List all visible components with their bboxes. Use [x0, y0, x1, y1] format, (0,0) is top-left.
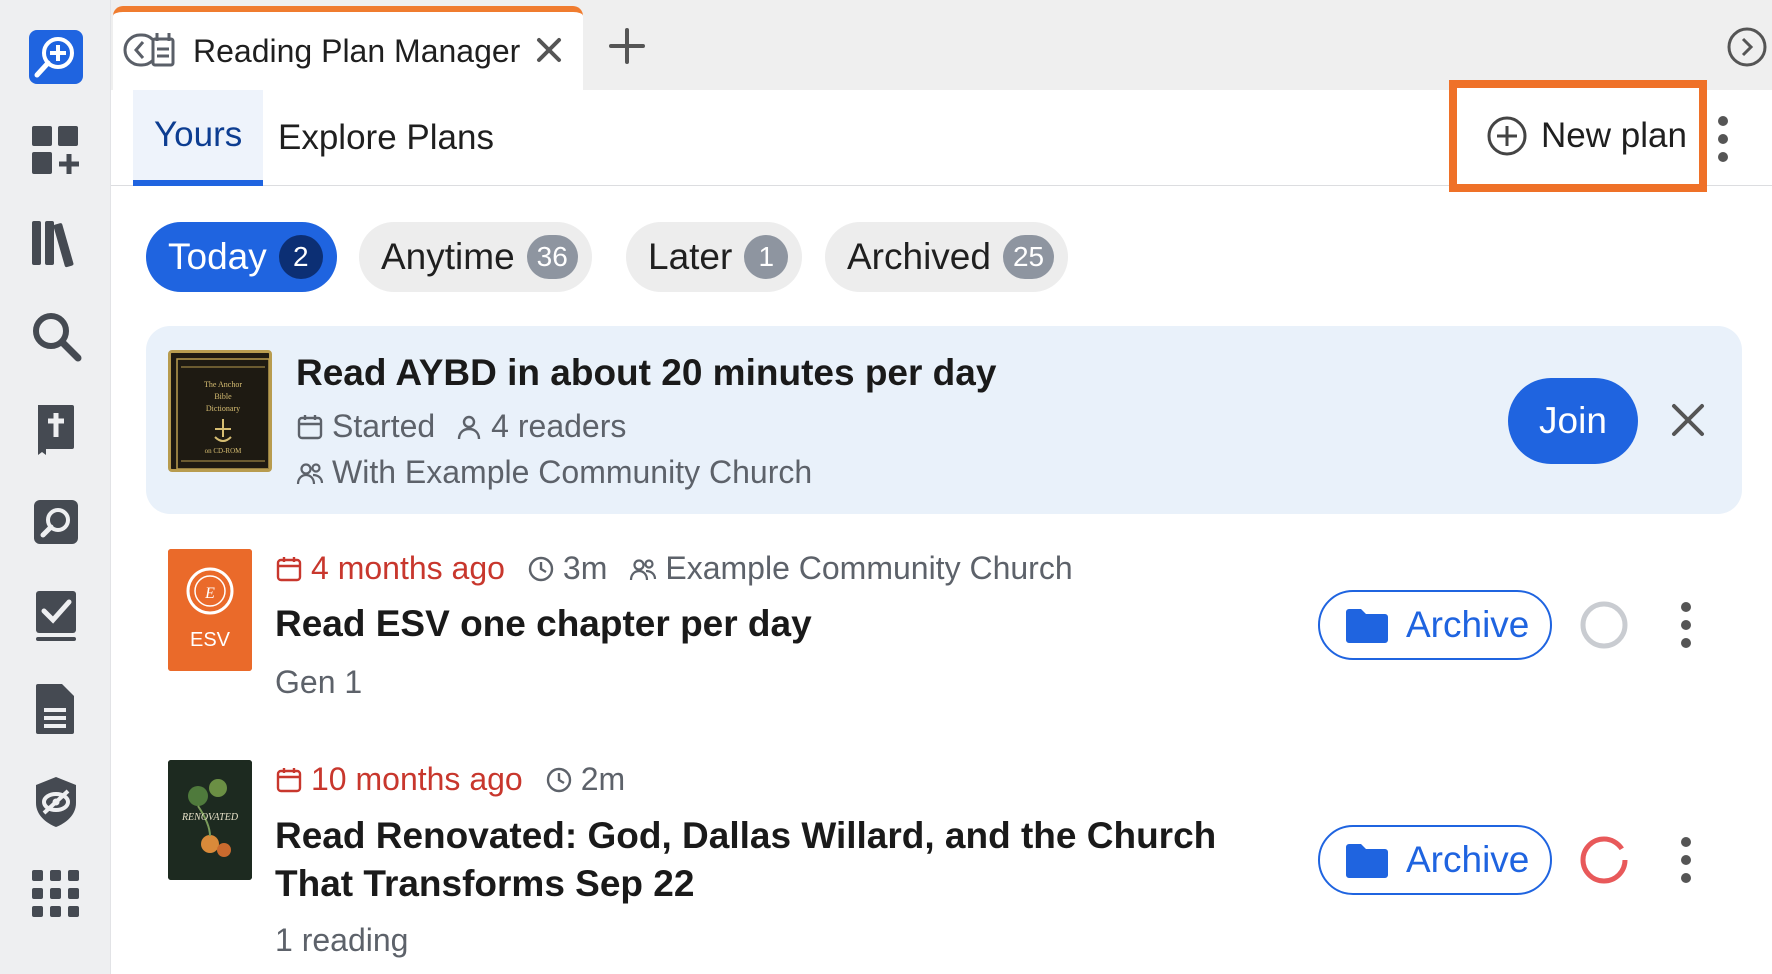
archive-label: Archive — [1406, 604, 1530, 645]
tab-explore-plans[interactable]: Explore Plans — [257, 90, 515, 186]
rail-item-documents[interactable] — [0, 668, 111, 748]
duration-text: 2m — [580, 761, 626, 797]
cover-line: Bible — [214, 392, 232, 401]
clock-icon — [528, 556, 554, 581]
progress-ring-icon[interactable] — [1578, 599, 1630, 651]
rail-item-bible-search[interactable] — [0, 482, 111, 562]
promo-title: Read AYBD in about 20 minutes per day — [296, 352, 997, 393]
filter-count: 2 — [278, 235, 323, 279]
new-tab-plus-icon[interactable] — [605, 24, 649, 68]
rail-item-search[interactable] — [0, 296, 111, 376]
cover-label: ESV — [190, 629, 231, 651]
filter-count: 1 — [744, 235, 789, 279]
aybd-cover: The Anchor Bible Dictionary on CD-ROM — [168, 350, 272, 472]
cover-line: on CD-ROM — [205, 447, 243, 455]
bible-icon — [37, 405, 74, 455]
rail-item-apps[interactable] — [0, 854, 111, 934]
book-cover-image: The Anchor Bible Dictionary on CD-ROM — [171, 353, 269, 469]
reading-plan-add-icon — [28, 30, 83, 84]
rail-item-checklist[interactable] — [0, 575, 111, 655]
rail-item-privacy[interactable] — [0, 761, 111, 841]
promo-group-text: With Example Community Church — [332, 454, 813, 490]
join-button[interactable]: Join — [1508, 378, 1638, 464]
progress-ring-icon[interactable] — [1578, 834, 1630, 886]
promo-plan-card: The Anchor Bible Dictionary on CD-ROM Re… — [146, 326, 1742, 514]
calendar-icon — [276, 556, 302, 581]
filter-count: 25 — [1002, 235, 1055, 279]
more-options-icon[interactable] — [1674, 833, 1698, 887]
filter-label: Later — [648, 236, 733, 277]
new-plan-button[interactable]: New plan — [1449, 80, 1707, 192]
calendar-icon — [276, 767, 302, 792]
archive-button[interactable]: Archive — [1318, 825, 1552, 895]
duration-text: 3m — [562, 550, 608, 586]
rail-item-library[interactable] — [0, 203, 111, 283]
library-icon — [31, 221, 73, 268]
filter-label: Anytime — [381, 236, 515, 277]
filter-label: Archived — [847, 236, 991, 277]
due-text: 10 months ago — [311, 761, 523, 797]
cover-label: RENOVATED — [181, 812, 239, 823]
clock-icon — [546, 767, 571, 792]
rail-item-reading-plans[interactable] — [0, 17, 111, 97]
filter-archived[interactable]: Archived 25 — [825, 222, 1069, 292]
person-icon — [457, 415, 481, 439]
more-options-icon[interactable] — [1711, 112, 1735, 166]
rail-item-dashboard[interactable] — [0, 110, 111, 190]
tab-reading-plan-manager[interactable]: Reading Plan Manager — [113, 6, 583, 90]
plus-circle-icon — [1487, 116, 1527, 156]
dismiss-promo-close-icon[interactable] — [1666, 398, 1710, 442]
plan-meta: 4 months ago 3m Example Community Church — [275, 550, 1073, 587]
more-options-icon[interactable] — [1674, 598, 1698, 652]
tab-yours[interactable]: Yours — [133, 90, 264, 186]
due-text: 4 months ago — [311, 550, 505, 586]
filter-anytime[interactable]: Anytime 36 — [359, 222, 592, 292]
plan-next-reading[interactable]: 1 reading — [275, 922, 408, 959]
cover-line: The Anchor — [204, 380, 242, 389]
close-tab-icon[interactable] — [531, 32, 567, 68]
book-cover-image: E ESV — [168, 549, 252, 671]
filter-today[interactable]: Today 2 — [146, 222, 337, 292]
bible-search-icon — [33, 500, 78, 544]
shield-eye-icon — [35, 777, 76, 827]
promo-readers: 4 readers — [491, 408, 627, 444]
group-icon — [296, 462, 324, 484]
reading-plan-tab-icon — [123, 33, 175, 67]
search-icon — [32, 313, 81, 362]
plan-next-reading[interactable]: Gen 1 — [275, 664, 362, 701]
checklist-icon — [35, 591, 76, 641]
folder-icon — [1346, 609, 1388, 643]
esv-cover: E ESV — [168, 549, 252, 671]
group-icon — [630, 558, 657, 580]
tab-strip: Reading Plan Manager — [111, 0, 1772, 90]
panel-expand-chevron-icon[interactable] — [1726, 26, 1768, 68]
archive-label: Archive — [1406, 839, 1530, 880]
filter-count: 36 — [526, 235, 578, 279]
archive-button[interactable]: Archive — [1318, 590, 1552, 660]
plan-meta: 10 months ago 2m — [275, 761, 625, 798]
plan-subnav: Yours Explore Plans New plan — [111, 80, 1772, 192]
cover-line: Dictionary — [206, 404, 240, 413]
folder-icon — [1346, 844, 1388, 878]
rail-item-bible[interactable] — [0, 389, 111, 469]
plan-title[interactable]: Read Renovated: God, Dallas Willard, and… — [275, 812, 1285, 908]
promo-status-text: Started — [332, 408, 436, 444]
tab-title: Reading Plan Manager — [193, 32, 521, 69]
renovated-cover: RENOVATED — [168, 760, 252, 880]
promo-group: With Example Community Church — [296, 454, 812, 491]
new-plan-label: New plan — [1541, 116, 1687, 155]
group-text: Example Community Church — [665, 550, 1073, 586]
calendar-icon — [297, 414, 323, 439]
promo-status: Started 4 readers — [296, 408, 626, 445]
plan-title[interactable]: Read ESV one chapter per day — [275, 600, 1285, 648]
apps-grid-icon — [31, 870, 79, 917]
app-rail — [0, 0, 111, 974]
book-cover-image: RENOVATED — [168, 760, 252, 880]
document-icon — [35, 684, 74, 734]
filter-label: Today — [168, 236, 267, 277]
svg-text:E: E — [204, 585, 215, 602]
filter-later[interactable]: Later 1 — [626, 222, 803, 292]
dashboard-add-icon — [31, 126, 79, 174]
